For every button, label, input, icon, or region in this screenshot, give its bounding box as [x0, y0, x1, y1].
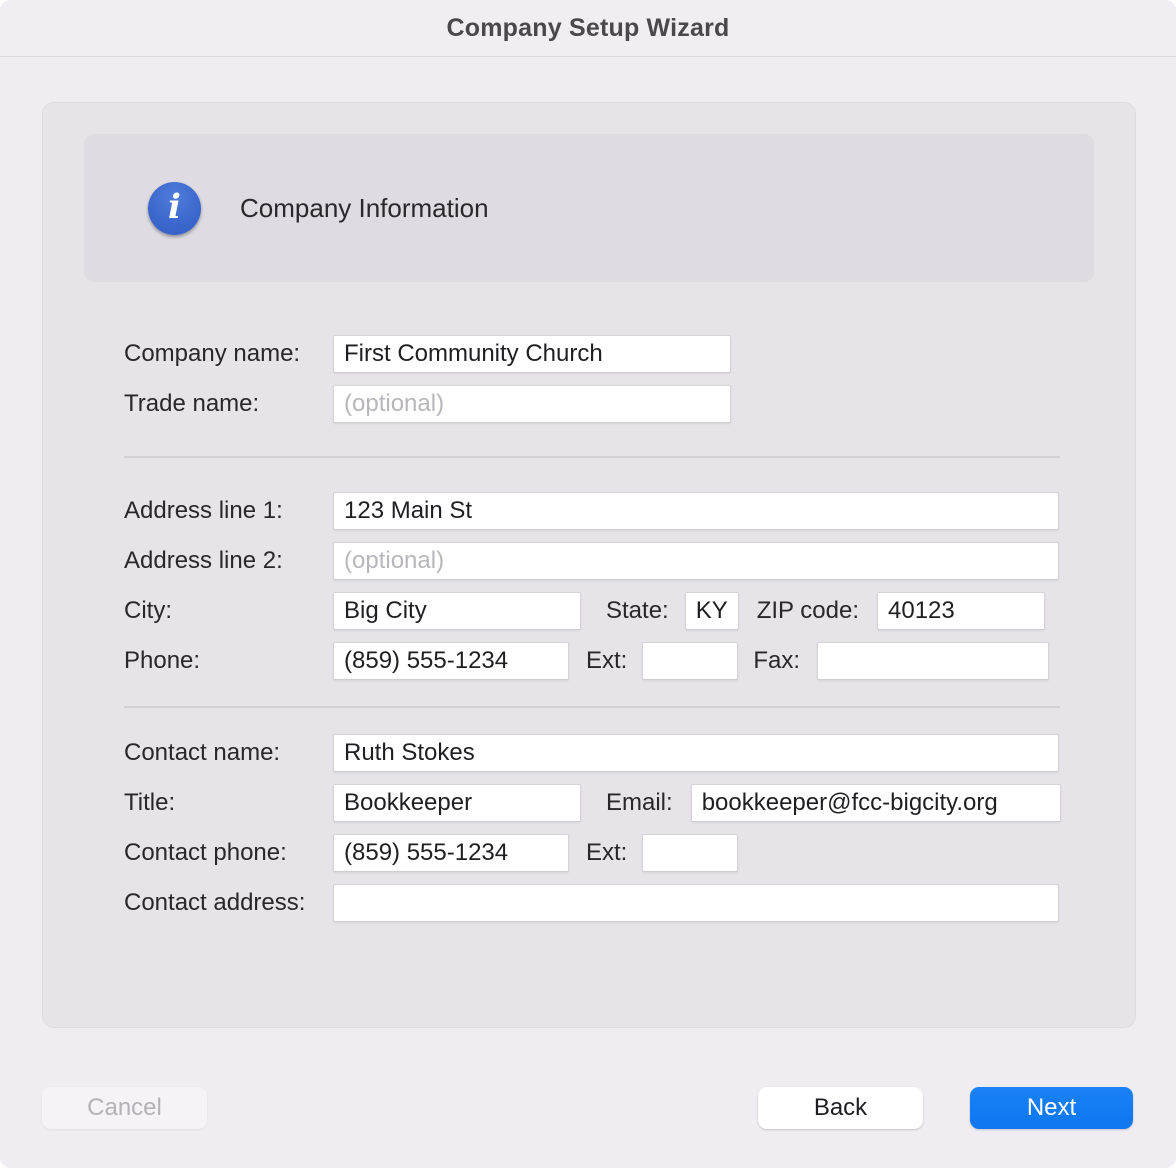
contact-name-input[interactable] [333, 734, 1059, 772]
trade-name-row: Trade name: [124, 385, 1098, 423]
city-label: City: [124, 597, 333, 625]
cancel-button[interactable]: Cancel [42, 1087, 207, 1129]
city-input[interactable] [333, 592, 581, 630]
email-input[interactable] [691, 784, 1061, 822]
company-name-input[interactable] [333, 335, 731, 373]
phone-ext-input[interactable] [642, 642, 738, 680]
contact-address-row: Contact address: [124, 884, 1098, 922]
step-title: Company Information [240, 193, 489, 224]
state-input[interactable] [685, 592, 739, 630]
section-divider [124, 706, 1060, 708]
contact-phone-ext-label: Ext: [586, 839, 627, 867]
address-line2-label: Address line 2: [124, 547, 333, 575]
zip-code-input[interactable] [877, 592, 1045, 630]
zip-code-label: ZIP code: [757, 597, 859, 625]
contact-title-label: Title: [124, 789, 333, 817]
company-info-form: Company name: Trade name: Address line 1… [43, 335, 1135, 922]
company-name-label: Company name: [124, 340, 333, 368]
contact-phone-row: Contact phone: Ext: [124, 834, 1098, 872]
phone-label: Phone: [124, 647, 333, 675]
contact-phone-label: Contact phone: [124, 839, 333, 867]
contact-name-label: Contact name: [124, 739, 333, 767]
window-title: Company Setup Wizard [447, 14, 730, 43]
trade-name-input[interactable] [333, 385, 731, 423]
state-label: State: [606, 597, 669, 625]
contact-phone-input[interactable] [333, 834, 569, 872]
phone-ext-label: Ext: [586, 647, 627, 675]
fax-input[interactable] [817, 642, 1049, 680]
nav-button-group: Back Next [758, 1087, 1133, 1129]
company-setup-wizard-window: Company Setup Wizard i Company Informati… [0, 0, 1176, 1168]
address-line1-input[interactable] [333, 492, 1059, 530]
contact-phone-ext-input[interactable] [642, 834, 738, 872]
address-line2-row: Address line 2: [124, 542, 1098, 580]
trade-name-label: Trade name: [124, 390, 333, 418]
contact-title-input[interactable] [333, 784, 581, 822]
back-button[interactable]: Back [758, 1087, 923, 1129]
title-bar: Company Setup Wizard [0, 0, 1176, 57]
company-name-row: Company name: [124, 335, 1098, 373]
title-email-row: Title: Email: [124, 784, 1098, 822]
contact-name-row: Contact name: [124, 734, 1098, 772]
wizard-footer: Cancel Back Next [0, 1087, 1176, 1129]
info-icon: i [148, 182, 201, 235]
phone-input[interactable] [333, 642, 569, 680]
email-label: Email: [606, 789, 673, 817]
contact-address-input[interactable] [333, 884, 1059, 922]
phone-row: Phone: Ext: Fax: [124, 642, 1098, 680]
step-header: i Company Information [84, 134, 1094, 282]
section-divider [124, 456, 1060, 458]
wizard-content-panel: i Company Information Company name: Trad… [42, 102, 1136, 1028]
city-state-zip-row: City: State: ZIP code: [124, 592, 1098, 630]
address-line1-label: Address line 1: [124, 497, 333, 525]
contact-address-label: Contact address: [124, 889, 333, 917]
next-button[interactable]: Next [970, 1087, 1133, 1129]
address-line2-input[interactable] [333, 542, 1059, 580]
fax-label: Fax: [753, 647, 800, 675]
address-line1-row: Address line 1: [124, 492, 1098, 530]
